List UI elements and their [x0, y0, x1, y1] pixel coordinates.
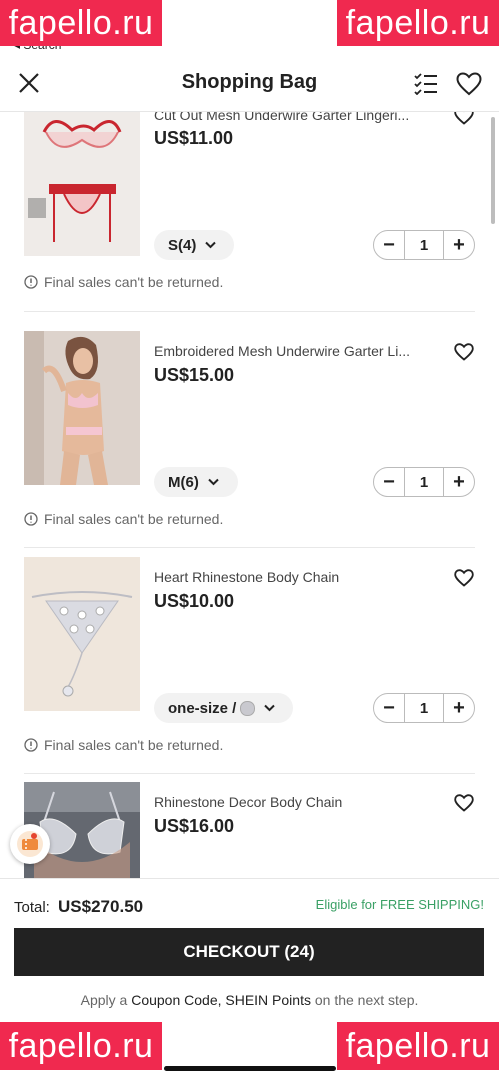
cart-item[interactable]: Cut Out Mesh Underwire Garter Lingeri...… — [0, 111, 499, 322]
chevron-down-icon — [264, 704, 276, 712]
cart-item[interactable]: Heart Rhinestone Body Chain US$10.00 one… — [0, 548, 499, 774]
size-selector[interactable]: S(4) — [154, 230, 234, 260]
coupon-float-button[interactable] — [10, 824, 50, 864]
heart-icon[interactable] — [454, 343, 474, 361]
cart-item-list: Cut Out Mesh Underwire Garter Lingeri...… — [0, 111, 499, 878]
decrease-quantity-button[interactable]: − — [374, 468, 404, 496]
final-sale-note: Final sales can't be returned. — [24, 274, 223, 290]
size-label: M(6) — [168, 473, 199, 491]
size-selector[interactable]: one-size / — [154, 693, 293, 723]
increase-quantity-button[interactable]: + — [444, 694, 474, 722]
watermark-bottom-right: fapello.ru — [337, 1022, 499, 1070]
product-price: US$15.00 — [154, 365, 235, 385]
checklist-icon[interactable] — [414, 73, 438, 95]
order-total: Total: US$270.50 — [14, 897, 143, 917]
size-selector[interactable]: M(6) — [154, 467, 238, 497]
chevron-down-icon — [208, 478, 219, 486]
product-name[interactable]: Cut Out Mesh Underwire Garter Lingeri... — [154, 111, 436, 123]
decrease-quantity-button[interactable]: − — [374, 231, 404, 259]
final-sale-note: Final sales can't be returned. — [24, 511, 223, 527]
final-sale-text: Final sales can't be returned. — [44, 274, 224, 290]
cart-item[interactable]: Rhinestone Decor Body Chain US$16.00 — [0, 774, 499, 878]
wishlist-heart-icon[interactable] — [456, 72, 482, 96]
product-image[interactable] — [24, 111, 140, 256]
quantity-stepper[interactable]: − 1 + — [373, 230, 475, 260]
final-sale-note: Final sales can't be returned. — [24, 737, 223, 753]
home-indicator[interactable] — [164, 1066, 336, 1071]
increase-quantity-button[interactable]: + — [444, 468, 474, 496]
info-icon — [24, 738, 38, 752]
coupon-hint: Apply a Coupon Code, SHEIN Points on the… — [0, 992, 499, 1008]
quantity-value[interactable]: 1 — [404, 231, 444, 259]
info-icon — [24, 275, 38, 289]
decrease-quantity-button[interactable]: − — [374, 694, 404, 722]
total-value: US$270.50 — [58, 897, 144, 916]
color-swatch — [240, 700, 256, 716]
item-divider — [24, 311, 475, 312]
product-name[interactable]: Heart Rhinestone Body Chain — [154, 569, 436, 585]
scrollbar[interactable] — [491, 117, 495, 224]
heart-icon[interactable] — [454, 569, 474, 587]
quantity-stepper[interactable]: − 1 + — [373, 693, 475, 723]
final-sale-text: Final sales can't be returned. — [44, 511, 224, 527]
coupon-points-link[interactable]: Coupon Code, SHEIN Points — [131, 992, 311, 1008]
info-icon — [24, 512, 38, 526]
increase-quantity-button[interactable]: + — [444, 231, 474, 259]
product-price: US$16.00 — [154, 816, 235, 836]
watermark-top-right: fapello.ru — [337, 0, 499, 46]
total-label: Total: — [14, 899, 50, 916]
heart-icon[interactable] — [454, 794, 474, 812]
product-name[interactable]: Embroidered Mesh Underwire Garter Li... — [154, 343, 436, 359]
chevron-down-icon — [205, 241, 217, 249]
coupon-hint-prefix: Apply a — [80, 992, 132, 1008]
quantity-value[interactable]: 1 — [404, 468, 444, 496]
product-price: US$11.00 — [154, 128, 234, 148]
quantity-stepper[interactable]: − 1 + — [373, 467, 475, 497]
size-label: S(4) — [168, 236, 197, 254]
size-label: one-size / — [168, 699, 237, 717]
cart-item[interactable]: Embroidered Mesh Underwire Garter Li... … — [0, 322, 499, 548]
watermark-top-left: fapello.ru — [0, 0, 162, 46]
quantity-value[interactable]: 1 — [404, 694, 444, 722]
header-bar: Shopping Bag — [0, 55, 499, 112]
product-image[interactable] — [24, 557, 140, 711]
product-price: US$10.00 — [154, 591, 235, 611]
checkout-button[interactable]: CHECKOUT (24) — [14, 928, 484, 976]
final-sale-text: Final sales can't be returned. — [44, 737, 224, 753]
free-shipping-notice: Eligible for FREE SHIPPING! — [315, 897, 484, 912]
product-image[interactable] — [24, 331, 140, 485]
product-name[interactable]: Rhinestone Decor Body Chain — [154, 794, 436, 810]
heart-icon[interactable] — [454, 111, 474, 125]
coupon-icon — [17, 831, 43, 857]
coupon-hint-suffix: on the next step. — [310, 992, 419, 1008]
watermark-bottom-left: fapello.ru — [0, 1022, 162, 1070]
